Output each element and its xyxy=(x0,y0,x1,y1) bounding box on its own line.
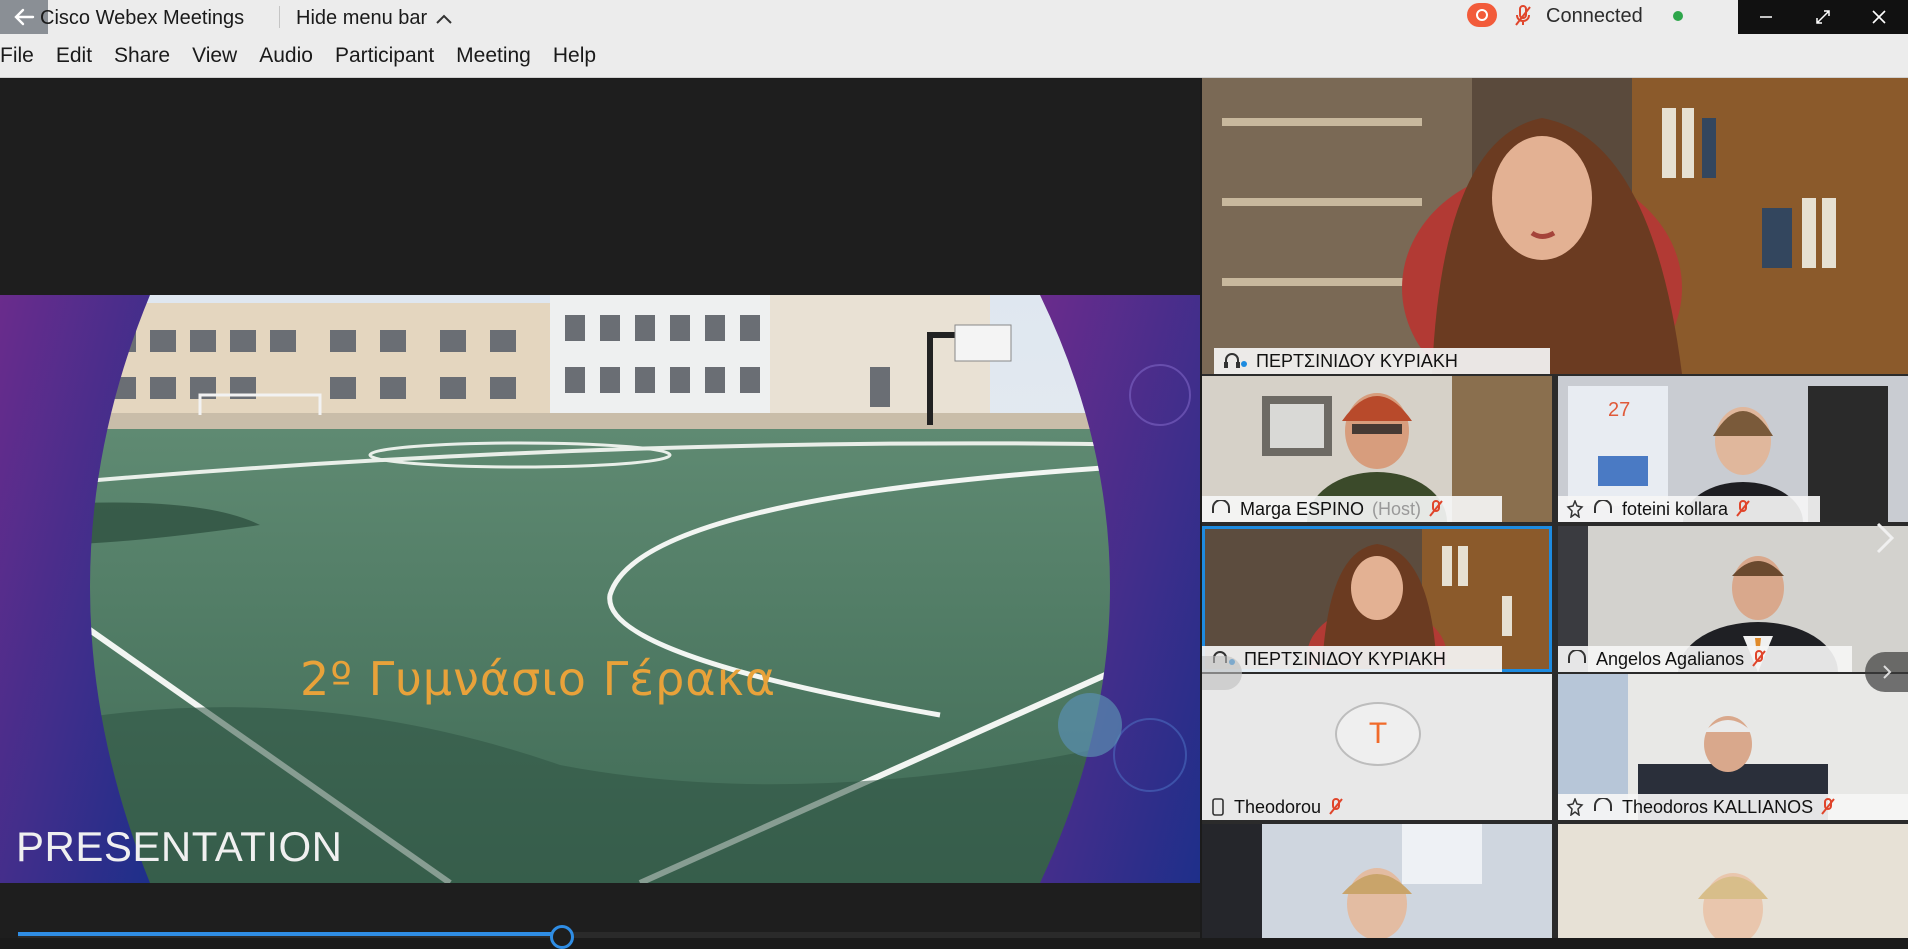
hide-menu-label: Hide menu bar xyxy=(296,7,428,29)
participant-tile-angelos-agalianos[interactable]: Angelos Agalianos xyxy=(1558,526,1908,672)
pin-icon xyxy=(1566,798,1584,816)
slide-progress-track[interactable] xyxy=(18,932,1200,938)
active-speaker-name-bar: ΠΕΡΤΣΙΝΙΔΟΥ ΚΥΡΙΑΚΗ xyxy=(1214,348,1550,374)
pin-icon xyxy=(1566,500,1584,518)
participant-name-bar: Theodorou xyxy=(1202,794,1410,820)
headset-icon xyxy=(1212,500,1230,513)
participant-name: Angelos Agalianos xyxy=(1596,648,1745,669)
participant-tile-foteini-kollara[interactable]: 27 foteini kollara xyxy=(1558,376,1908,522)
participant-tile-pertsinidou-kyriaki[interactable]: ΠΕΡΤΣΙΝΙΔΟΥ ΚΥΡΙΑΚΗ xyxy=(1202,526,1552,672)
participant-name: Theodoros KALLIANOS xyxy=(1622,796,1814,817)
scroll-right-chevron-icon[interactable] xyxy=(1865,652,1908,692)
participant-video xyxy=(1558,824,1908,938)
chevron-up-icon xyxy=(436,14,452,24)
svg-text:27: 27 xyxy=(1608,399,1630,421)
participant-name-bar: Angelos Agalianos xyxy=(1558,646,1852,672)
microphone-muted-icon xyxy=(1429,500,1443,517)
shared-slide: 2º Γυμνάσιο Γέρακα xyxy=(0,295,1200,883)
participant-tile-partial-left[interactable] xyxy=(1202,824,1552,938)
slide-progress-handle[interactable] xyxy=(549,925,574,949)
participant-video xyxy=(1202,824,1552,938)
participant-name-bar: Theodoros KALLIANOS xyxy=(1558,794,1908,820)
restore-icon[interactable] xyxy=(1795,0,1852,34)
participant-role: (Host) xyxy=(1372,498,1422,519)
microphone-muted-icon xyxy=(1736,500,1750,517)
menu-share[interactable]: Share xyxy=(103,44,181,68)
menu-bar: File Edit Share View Audio Participant M… xyxy=(0,34,1908,78)
title-separator xyxy=(279,6,280,28)
phone-icon xyxy=(1212,798,1224,816)
participant-name-bar: ΠΕΡΤΣΙΝΙΔΟΥ ΚΥΡΙΑΚΗ xyxy=(1202,646,1502,672)
shared-content-area[interactable]: 2º Γυμνάσιο Γέρακα PRESENTATION xyxy=(0,79,1200,949)
app-title: Cisco Webex Meetings xyxy=(40,7,245,29)
active-speaker-video xyxy=(1202,78,1908,374)
microphone-muted-icon xyxy=(1821,798,1835,815)
connection-status-dot xyxy=(1673,11,1683,21)
headset-icon xyxy=(1568,650,1586,663)
menu-file[interactable]: File xyxy=(0,44,45,68)
participant-name: Theodorou xyxy=(1234,796,1322,817)
headset-icon xyxy=(1594,798,1612,811)
participant-video-grid: ΠΕΡΤΣΙΝΙΔΟΥ ΚΥΡΙΑΚΗ Marga ESPINO (Host) … xyxy=(1202,78,1908,938)
menu-audio[interactable]: Audio xyxy=(248,44,324,68)
active-speaker-tile[interactable]: ΠΕΡΤΣΙΝΙΔΟΥ ΚΥΡΙΑΚΗ xyxy=(1202,78,1908,374)
participant-name: ΠΕΡΤΣΙΝΙΔΟΥ ΚΥΡΙΑΚΗ xyxy=(1256,350,1458,371)
participant-tile-partial-right[interactable] xyxy=(1558,824,1908,938)
headset-icon xyxy=(1224,353,1247,368)
headset-icon xyxy=(1594,500,1612,513)
schoolyard-photo xyxy=(0,295,1200,883)
record-icon[interactable] xyxy=(1467,3,1497,27)
title-bar: Cisco Webex Meetings Hide menu bar Conne… xyxy=(0,0,1908,34)
avatar: T xyxy=(1335,702,1421,766)
connection-status: Connected xyxy=(1546,5,1643,27)
menu-view[interactable]: View xyxy=(181,44,248,68)
menu-participant[interactable]: Participant xyxy=(324,44,445,68)
close-icon[interactable] xyxy=(1851,0,1908,34)
participant-name: Marga ESPINO xyxy=(1240,498,1365,519)
participant-name: ΠΕΡΤΣΙΝΙΔΟΥ ΚΥΡΙΑΚΗ xyxy=(1244,648,1446,669)
next-page-chevron-right-icon[interactable] xyxy=(1873,520,1897,561)
participant-name: foteini kollara xyxy=(1622,498,1729,519)
minimize-icon[interactable] xyxy=(1738,0,1795,34)
participant-tile-theodorou[interactable]: T Theodorou xyxy=(1202,674,1552,820)
window-controls xyxy=(1738,0,1908,34)
hide-menu-bar-button[interactable]: Hide menu bar xyxy=(296,7,453,30)
microphone-muted-icon xyxy=(1752,650,1766,667)
participant-tile-theodoros-kallianos[interactable]: Theodoros KALLIANOS xyxy=(1558,674,1908,820)
participant-tile-marga-espino[interactable]: Marga ESPINO (Host) xyxy=(1202,376,1552,522)
microphone-muted-icon[interactable] xyxy=(1513,4,1533,33)
menu-help[interactable]: Help xyxy=(542,44,607,68)
menu-edit[interactable]: Edit xyxy=(45,44,103,68)
participant-name-bar: Marga ESPINO (Host) xyxy=(1202,496,1502,522)
scroll-left-handle[interactable] xyxy=(1202,656,1242,690)
slide-progress-fill xyxy=(18,932,562,936)
participant-name-bar: foteini kollara xyxy=(1558,496,1820,522)
microphone-muted-icon xyxy=(1329,798,1343,815)
slide-caption: 2º Γυμνάσιο Γέρακα xyxy=(300,652,777,706)
menu-meeting[interactable]: Meeting xyxy=(445,44,542,68)
presentation-label: PRESENTATION xyxy=(16,823,343,870)
